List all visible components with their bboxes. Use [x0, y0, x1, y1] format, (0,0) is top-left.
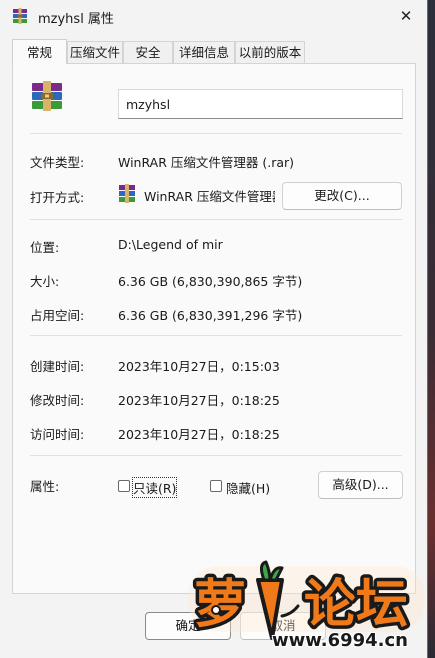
svg-text:萝: 萝: [194, 575, 246, 635]
accessed-label: 访问时间:: [30, 427, 85, 442]
open-with-value: WinRAR 压缩文件管理器: [144, 189, 275, 204]
size-on-disk-label: 占用空间:: [30, 308, 85, 323]
advanced-button[interactable]: 高级(D)...: [318, 471, 403, 499]
file-type-label: 文件类型:: [30, 155, 85, 170]
tab-archive[interactable]: 压缩文件: [67, 41, 123, 63]
winrar-archive-icon: [13, 8, 27, 24]
size-value: 6.36 GB (6,830,390,865 字节): [118, 274, 303, 289]
general-tab-panel: [12, 63, 416, 594]
readonly-checkbox[interactable]: [118, 480, 130, 492]
modified-label: 修改时间:: [30, 393, 85, 408]
file-type-value: WinRAR 压缩文件管理器 (.rar): [118, 155, 295, 170]
open-with-label: 打开方式:: [30, 190, 85, 205]
winrar-app-icon: [119, 184, 135, 203]
title-bar[interactable]: mzyhsl 属性 ✕: [0, 0, 427, 32]
change-button[interactable]: 更改(C)...: [282, 182, 402, 210]
created-label: 创建时间:: [30, 359, 85, 374]
tab-security[interactable]: 安全: [123, 41, 173, 63]
location-label: 位置:: [30, 240, 60, 255]
divider: [30, 335, 402, 336]
attributes-label: 属性:: [30, 479, 60, 494]
svg-text:论: 论: [304, 575, 357, 635]
divider: [30, 133, 402, 134]
hidden-checkbox[interactable]: [210, 480, 222, 492]
created-value: 2023年10月27日，0:15:03: [118, 359, 280, 374]
tab-previous-versions[interactable]: 以前的版本: [235, 41, 305, 63]
tab-details[interactable]: 详细信息: [173, 41, 235, 63]
watermark-url: www.6994.cn: [272, 630, 408, 651]
tab-general[interactable]: 常规: [12, 39, 67, 64]
divider: [30, 219, 402, 220]
hidden-checkbox-label[interactable]: 隐藏(H): [226, 478, 270, 497]
desktop-background: [427, 0, 435, 658]
winrar-archive-icon: [32, 81, 62, 111]
location-value: D:\Legend of mir: [118, 237, 223, 252]
size-label: 大小:: [30, 274, 60, 289]
modified-value: 2023年10月27日，0:18:25: [118, 393, 280, 408]
close-button[interactable]: ✕: [393, 4, 419, 28]
svg-text:坛: 坛: [356, 575, 408, 635]
divider: [30, 455, 402, 456]
readonly-checkbox-label[interactable]: 只读(R): [131, 477, 178, 498]
accessed-value: 2023年10月27日，0:18:25: [118, 427, 280, 442]
window-title: mzyhsl 属性: [38, 12, 114, 27]
close-icon: ✕: [399, 7, 413, 25]
size-on-disk-value: 6.36 GB (6,830,391,296 字节): [118, 308, 303, 323]
file-name-input[interactable]: [118, 89, 403, 119]
